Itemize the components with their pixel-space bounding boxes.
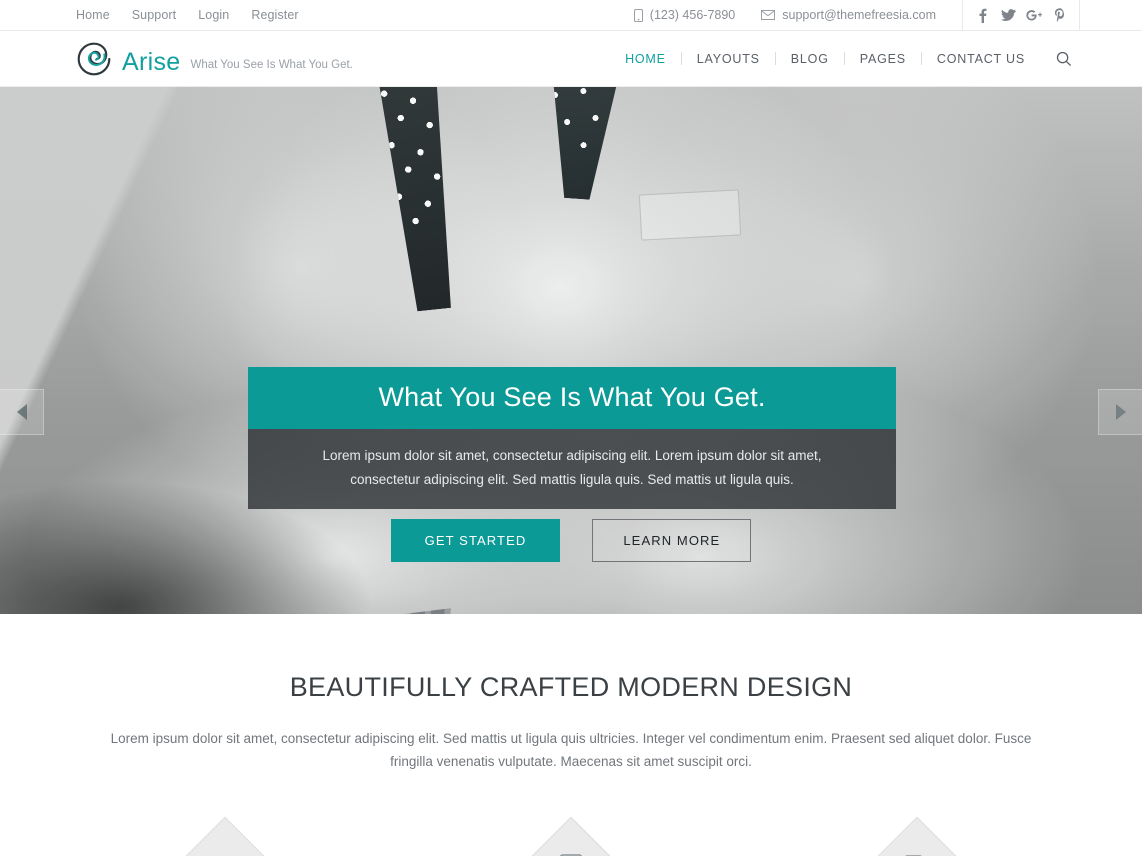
chevron-left-icon — [16, 404, 27, 420]
phone-icon — [633, 8, 643, 22]
feature-badge — [518, 816, 624, 856]
pencil-ruler-icon — [208, 850, 242, 856]
nav-item-blog[interactable]: BLOG — [776, 31, 844, 87]
hero-cta-group: GET STARTED LEARN MORE — [0, 519, 1142, 562]
email-address: support@themefreesia.com — [782, 8, 936, 22]
slider-prev-button[interactable] — [0, 389, 44, 435]
feature-item[interactable] — [496, 816, 646, 856]
topbar-links: Home Support Login Register — [76, 8, 299, 22]
divider — [1079, 0, 1080, 31]
feature-badge — [864, 816, 970, 856]
topbar-contact-area: (123) 456-7890 support@themefreesia.com — [633, 0, 1142, 31]
learn-more-button[interactable]: LEARN MORE — [592, 519, 752, 562]
section-title: BEAUTIFULLY CRAFTED MODERN DESIGN — [289, 672, 853, 702]
brand[interactable]: Arise What You See Is What You Get. — [76, 41, 353, 77]
brand-tagline: What You See Is What You Get. — [190, 59, 353, 71]
brand-name: Arise — [122, 47, 181, 76]
topbar-link-register[interactable]: Register — [251, 8, 298, 22]
hero-caption: What You See Is What You Get. Lorem ipsu… — [248, 367, 896, 509]
nav-item-contact-us[interactable]: CONTACT US — [922, 31, 1040, 87]
facebook-icon[interactable] — [969, 0, 995, 31]
nav-item-layouts[interactable]: LAYOUTS — [682, 31, 775, 87]
email-contact[interactable]: support@themefreesia.com — [761, 8, 936, 22]
twitter-icon[interactable] — [995, 0, 1021, 31]
get-started-button[interactable]: GET STARTED — [390, 519, 561, 562]
hero-description: Lorem ipsum dolor sit amet, consectetur … — [248, 429, 896, 509]
site-header: Arise What You See Is What You Get. HOME… — [0, 31, 1142, 87]
topbar-link-home[interactable]: Home — [76, 8, 110, 22]
logo-icon — [77, 42, 111, 75]
feature-item[interactable] — [150, 816, 300, 856]
topbar-link-support[interactable]: Support — [132, 8, 176, 22]
google-plus-icon[interactable] — [1021, 0, 1047, 31]
search-icon[interactable] — [1054, 49, 1074, 69]
features-section: BEAUTIFULLY CRAFTED MODERN DESIGN Lorem … — [0, 614, 1142, 856]
nav-item-pages[interactable]: PAGES — [845, 31, 921, 87]
top-bar: Home Support Login Register (123) 456-78… — [0, 0, 1142, 31]
phone-number: (123) 456-7890 — [649, 8, 736, 22]
hero-title: What You See Is What You Get. — [248, 367, 896, 429]
hero-slider: What You See Is What You Get. Lorem ipsu… — [0, 87, 1142, 614]
feature-badge — [172, 816, 278, 856]
chevron-right-icon — [1115, 404, 1126, 420]
topbar-link-login[interactable]: Login — [198, 8, 229, 22]
pinterest-icon[interactable] — [1047, 0, 1073, 31]
nav-item-home[interactable]: HOME — [610, 31, 681, 87]
feature-list — [0, 816, 1142, 856]
responsive-devices-icon — [901, 851, 933, 856]
slider-next-button[interactable] — [1098, 389, 1142, 435]
phone-contact[interactable]: (123) 456-7890 — [633, 8, 736, 22]
section-description: Lorem ipsum dolor sit amet, consectetur … — [110, 731, 1032, 769]
feature-item[interactable] — [842, 816, 992, 856]
social-links — [963, 0, 1079, 31]
envelope-icon — [761, 10, 776, 20]
sliders-settings-icon — [555, 851, 587, 856]
main-navigation: HOME LAYOUTS BLOG PAGES CONTACT US — [610, 31, 1074, 87]
